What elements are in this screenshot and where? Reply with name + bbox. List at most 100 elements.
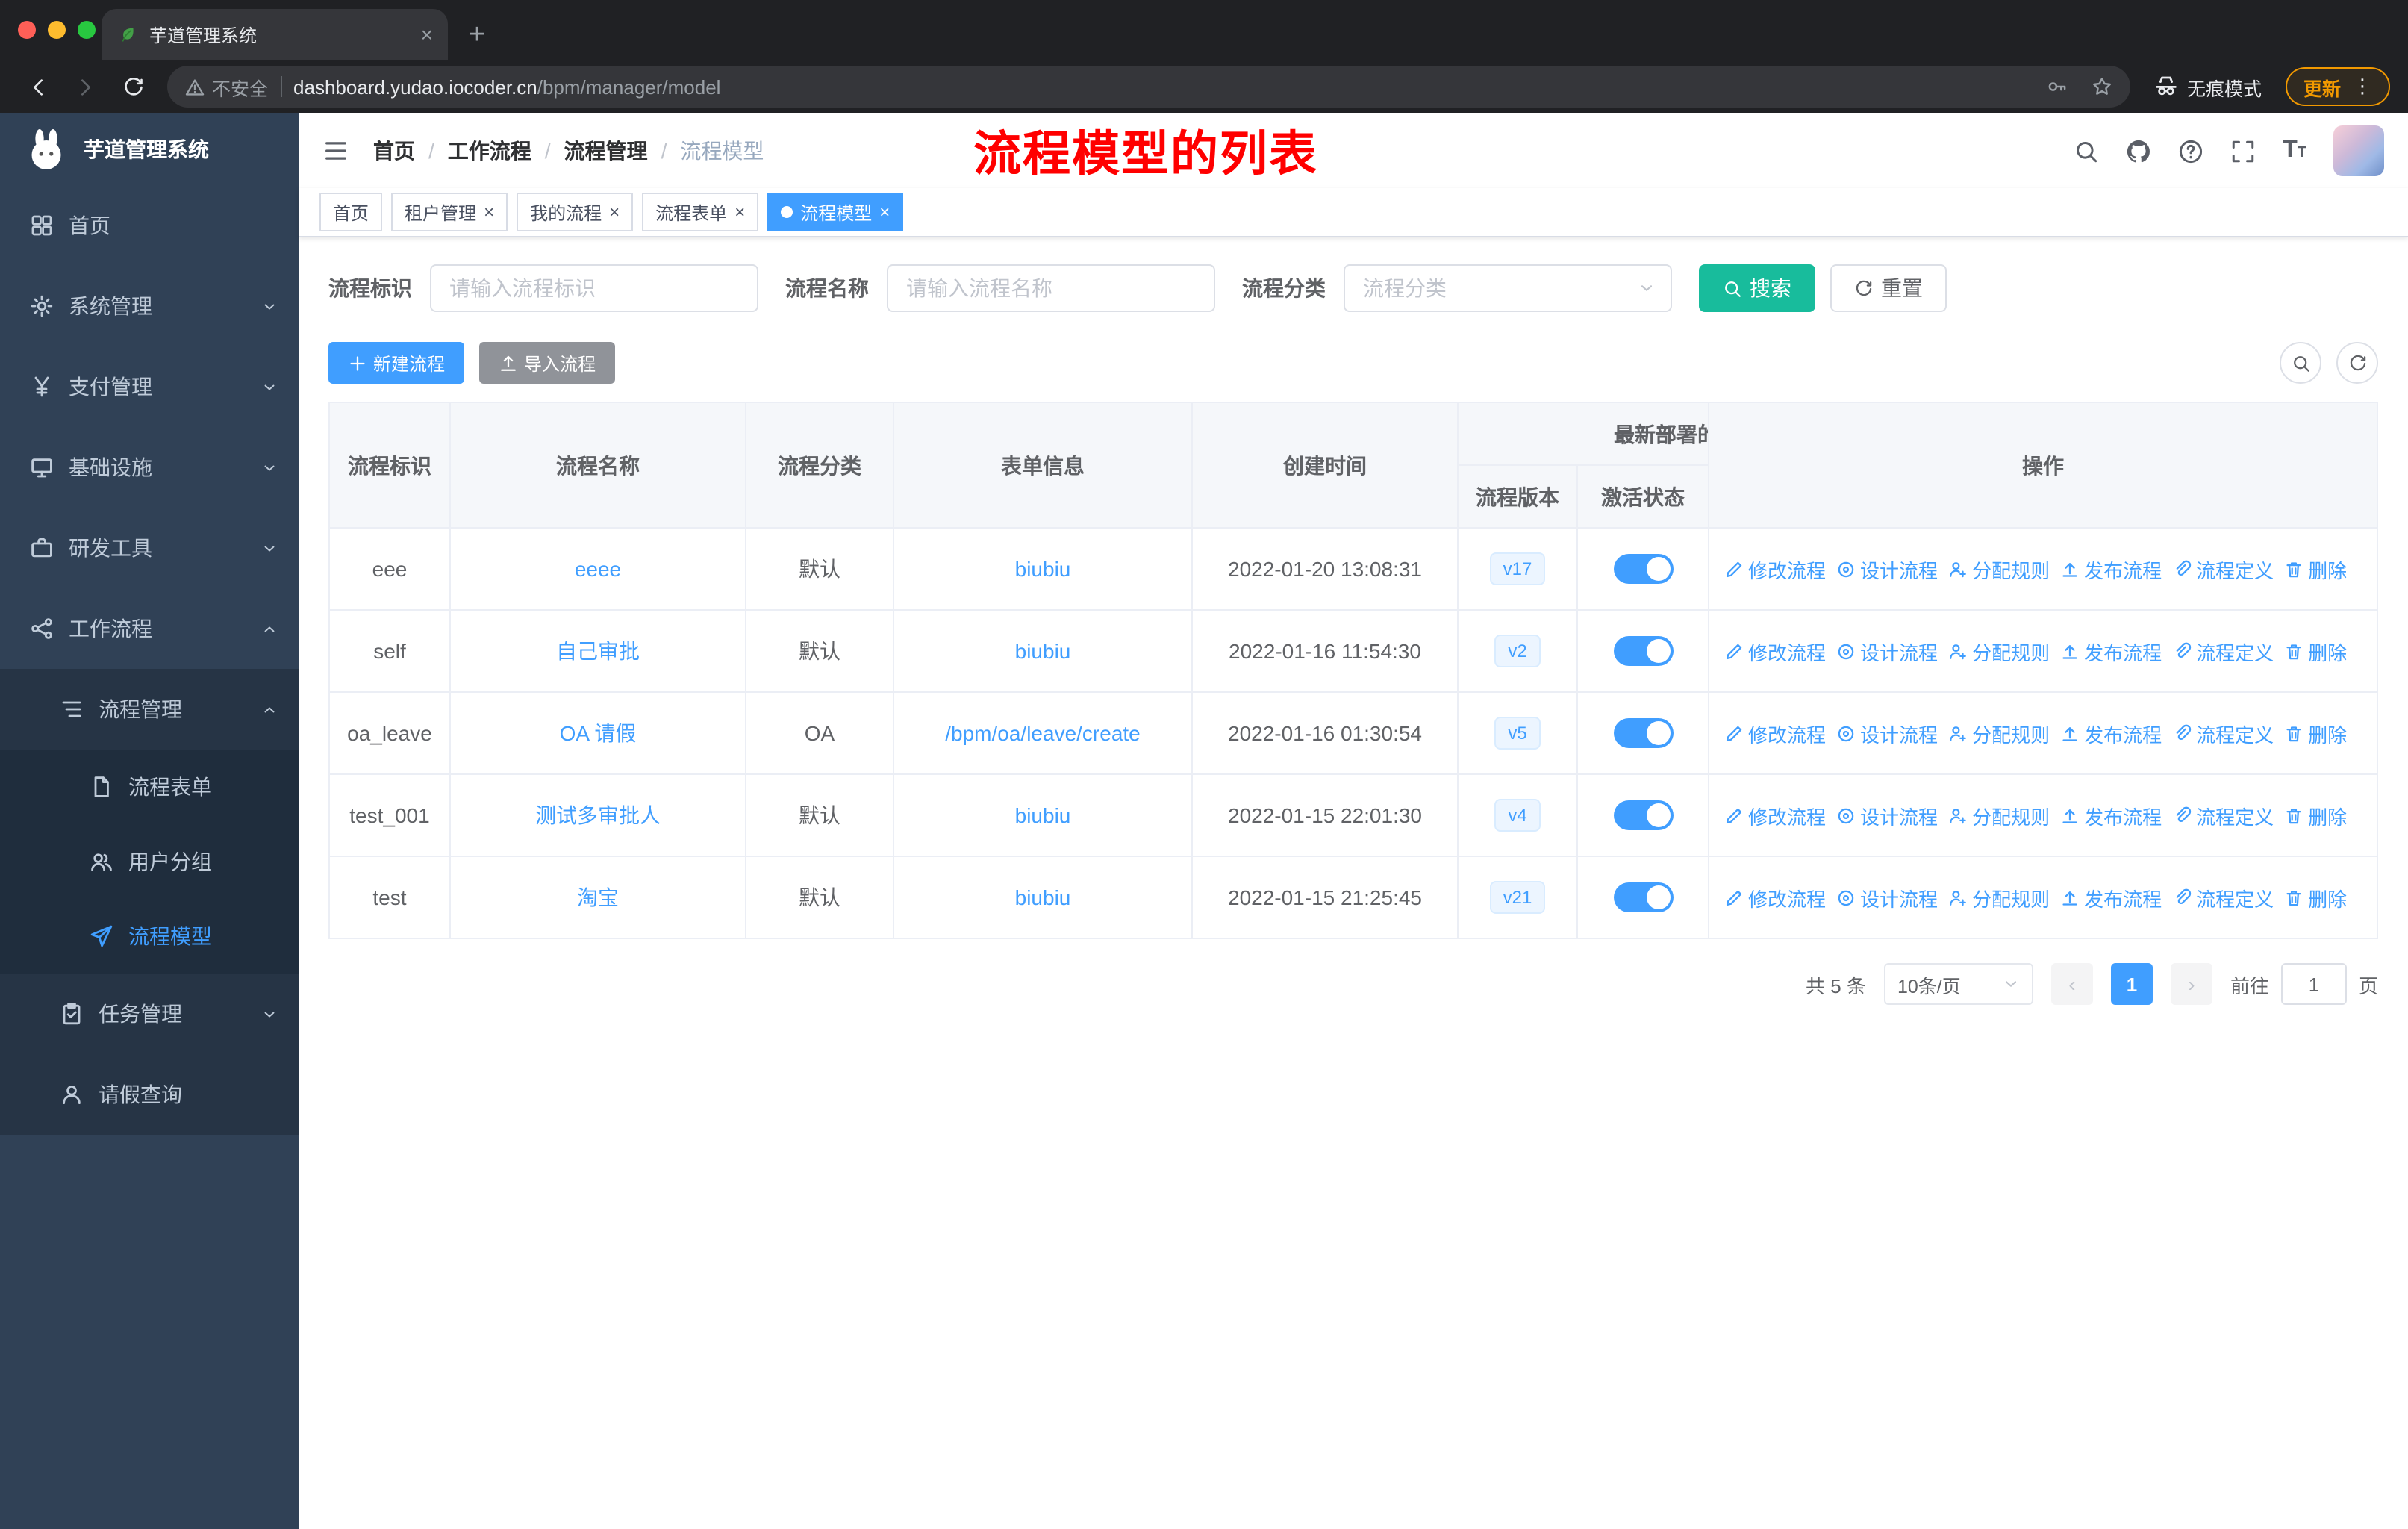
close-window-button[interactable] [18,21,36,39]
help-icon[interactable] [2178,138,2203,164]
form-info-link[interactable]: /bpm/oa/leave/create [945,721,1141,745]
process-name-input[interactable] [887,264,1215,312]
sidebar-item-process-model[interactable]: 流程模型 [0,899,299,974]
reload-button[interactable] [113,67,152,106]
process-name-link[interactable]: 自己审批 [556,639,640,663]
sidebar-item-process-form[interactable]: 流程表单 [0,750,299,824]
sidebar-item-infrastructure[interactable]: 基础设施 [0,427,299,508]
browser-menu-icon[interactable]: ⋮ [2353,75,2372,99]
sidebar-item-dev-tools[interactable]: 研发工具 [0,508,299,588]
process-id-input[interactable] [430,264,758,312]
tab-tag-process-model[interactable]: 流程模型 × [767,193,904,231]
sidebar-logo[interactable]: 芋道管理系统 [0,113,299,185]
next-page-button[interactable]: › [2170,963,2212,1005]
action-assign[interactable]: 分配规则 [1948,719,2050,747]
process-name-link[interactable]: 淘宝 [577,885,619,909]
search-button[interactable]: 搜索 [1699,264,1815,312]
address-bar[interactable]: 不安全 dashboard.yudao.iocoder.cn/bpm/manag… [167,66,2130,108]
action-assign[interactable]: 分配规则 [1948,637,2050,665]
form-info-link[interactable]: biubiu [1015,803,1071,827]
action-edit[interactable]: 修改流程 [1724,555,1826,583]
sidebar-item-leave-query[interactable]: 请假查询 [0,1054,299,1135]
zoom-window-button[interactable] [78,21,96,39]
close-icon[interactable]: × [609,203,620,221]
sidebar-item-home[interactable]: 首页 [0,185,299,266]
action-design[interactable]: 设计流程 [1836,883,1938,912]
close-icon[interactable]: × [484,203,494,221]
minimize-window-button[interactable] [48,21,66,39]
action-publish[interactable]: 发布流程 [2060,555,2162,583]
action-definition[interactable]: 流程定义 [2172,555,2274,583]
page-size-select[interactable]: 10条/页 [1883,963,2033,1005]
action-publish[interactable]: 发布流程 [2060,883,2162,912]
github-icon[interactable] [2126,138,2151,164]
reset-button[interactable]: 重置 [1830,264,1947,312]
font-size-icon[interactable]: TT [2283,137,2306,164]
action-definition[interactable]: 流程定义 [2172,883,2274,912]
action-design[interactable]: 设计流程 [1836,637,1938,665]
browser-update-button[interactable]: 更新 ⋮ [2285,67,2390,106]
sidebar-item-user-group[interactable]: 用户分组 [0,824,299,899]
refresh-table-button[interactable] [2336,342,2378,384]
sidebar-item-process-manage[interactable]: 流程管理 [0,669,299,750]
action-assign[interactable]: 分配规则 [1948,555,2050,583]
create-process-button[interactable]: 新建流程 [328,342,465,384]
active-switch[interactable] [1613,554,1673,584]
action-edit[interactable]: 修改流程 [1724,637,1826,665]
form-info-link[interactable]: biubiu [1015,557,1071,581]
action-delete[interactable]: 删除 [2284,637,2347,665]
current-page-button[interactable]: 1 [2110,963,2153,1005]
action-definition[interactable]: 流程定义 [2172,719,2274,747]
header-search-icon[interactable] [2074,138,2099,164]
action-publish[interactable]: 发布流程 [2060,719,2162,747]
close-icon[interactable]: × [734,203,745,221]
browser-tab[interactable]: 芋道管理系统 × [102,9,448,60]
action-assign[interactable]: 分配规则 [1948,883,2050,912]
tab-tag-home[interactable]: 首页 [319,193,383,231]
sidebar-item-task-manage[interactable]: 任务管理 [0,974,299,1054]
fullscreen-icon[interactable] [2230,138,2256,164]
action-publish[interactable]: 发布流程 [2060,637,2162,665]
action-definition[interactable]: 流程定义 [2172,801,2274,829]
action-edit[interactable]: 修改流程 [1724,719,1826,747]
process-name-link[interactable]: 测试多审批人 [535,803,661,827]
action-design[interactable]: 设计流程 [1836,801,1938,829]
action-design[interactable]: 设计流程 [1836,555,1938,583]
active-switch[interactable] [1613,882,1673,912]
process-name-link[interactable]: OA 请假 [560,721,637,745]
tab-tag-tenant-manage[interactable]: 租户管理 × [391,193,508,231]
security-indicator[interactable]: 不安全 [185,72,268,101]
breadcrumb-item-home[interactable]: 首页 [373,136,415,166]
back-button[interactable] [18,67,57,106]
tab-tag-process-form[interactable]: 流程表单 × [642,193,759,231]
new-tab-button[interactable]: + [469,21,485,49]
close-icon[interactable]: × [879,203,890,221]
active-switch[interactable] [1613,800,1673,830]
tab-close-icon[interactable]: × [421,24,433,45]
sidebar-toggle-icon[interactable] [322,137,349,164]
action-delete[interactable]: 删除 [2284,719,2347,747]
process-category-select[interactable]: 流程分类 [1344,264,1672,312]
action-edit[interactable]: 修改流程 [1724,801,1826,829]
sidebar-item-system[interactable]: 系统管理 [0,266,299,346]
sidebar-item-payment[interactable]: 支付管理 [0,346,299,427]
breadcrumb-item-workflow[interactable]: 工作流程 [448,136,531,166]
action-publish[interactable]: 发布流程 [2060,801,2162,829]
action-design[interactable]: 设计流程 [1836,719,1938,747]
form-info-link[interactable]: biubiu [1015,885,1071,909]
forward-button[interactable] [66,67,105,106]
toggle-search-button[interactable] [2280,342,2321,384]
user-avatar[interactable] [2333,125,2384,176]
active-switch[interactable] [1613,718,1673,748]
bookmark-star-icon[interactable] [2092,76,2112,97]
breadcrumb-item-process-manage[interactable]: 流程管理 [564,136,648,166]
password-key-icon[interactable] [2047,76,2068,97]
import-process-button[interactable]: 导入流程 [479,342,616,384]
action-edit[interactable]: 修改流程 [1724,883,1826,912]
action-delete[interactable]: 删除 [2284,883,2347,912]
action-assign[interactable]: 分配规则 [1948,801,2050,829]
action-definition[interactable]: 流程定义 [2172,637,2274,665]
sidebar-item-workflow[interactable]: 工作流程 [0,588,299,669]
active-switch[interactable] [1613,636,1673,666]
action-delete[interactable]: 删除 [2284,555,2347,583]
